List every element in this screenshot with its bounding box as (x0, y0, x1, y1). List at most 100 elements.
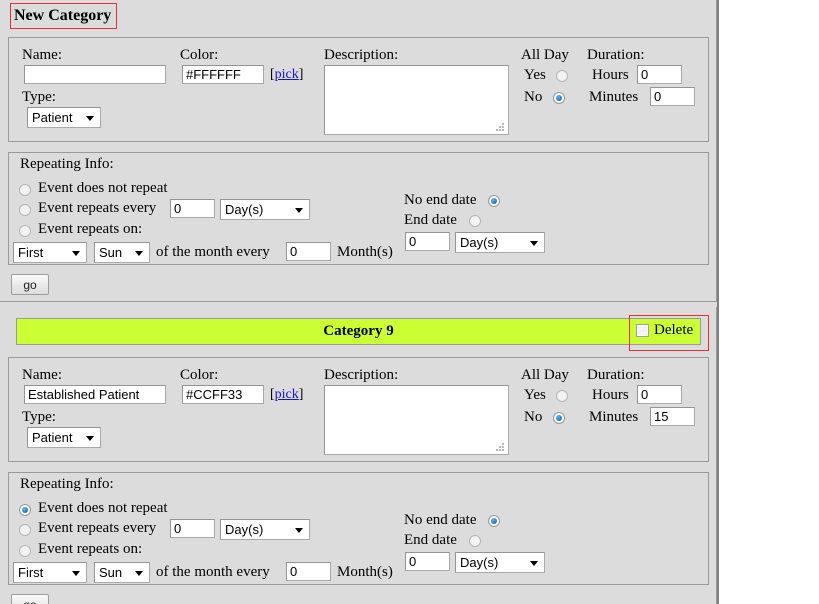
page-root: New Category Name: Type: Patient Color: … (0, 0, 719, 604)
new-category-title: New Category (14, 7, 112, 24)
color-label: Color: (180, 47, 219, 63)
type-select-value: Patient (32, 430, 73, 445)
repeat-every-label: Event repeats every (38, 200, 157, 216)
end-date-unit-select[interactable]: Day(s) (455, 552, 545, 573)
months-label: Month(s) (337, 564, 393, 580)
chevron-down-icon (72, 570, 80, 576)
of-the-month-every-label: of the month every (156, 244, 270, 260)
minutes-label: Minutes (589, 89, 639, 105)
new-category-go-button[interactable]: go (11, 274, 49, 295)
end-date-count-input[interactable] (405, 552, 450, 571)
repeat-weekday-select[interactable]: Sun (94, 242, 150, 263)
repeat-weekday-select[interactable]: Sun (94, 562, 150, 583)
repeat-on-label: Event repeats on: (38, 221, 143, 237)
no-end-date-radio[interactable] (488, 195, 500, 207)
all-day-no-label: No (524, 89, 543, 105)
all-day-yes-label: Yes (524, 387, 546, 403)
repeating-info-label: Repeating Info: (20, 476, 114, 492)
all-day-label: All Day (521, 47, 569, 63)
chevron-down-icon (72, 250, 80, 256)
all-day-yes-radio[interactable] (556, 70, 568, 82)
category-9-delete-control[interactable]: Delete (636, 322, 693, 339)
repeat-ordinal-select[interactable]: First (13, 242, 87, 263)
new-category-panel: New Category Name: Type: Patient Color: … (0, 0, 717, 302)
all-day-yes-radio[interactable] (556, 390, 568, 402)
description-textarea[interactable] (324, 385, 509, 455)
chevron-down-icon (135, 250, 143, 256)
chevron-down-icon (295, 527, 303, 533)
repeat-every-unit-value: Day(s) (225, 202, 264, 217)
end-date-unit-value: Day(s) (460, 235, 499, 250)
color-pick-link-wrap: [pick] (270, 387, 304, 402)
category-9-panel: Category 9 Delete Name: Type: Patient Co… (0, 307, 717, 604)
delete-checkbox[interactable] (636, 324, 649, 337)
of-the-month-every-label: of the month every (156, 564, 270, 580)
duration-label: Duration: (587, 367, 645, 383)
color-pick-link-wrap: [pick] (270, 67, 304, 82)
repeat-month-every-input[interactable] (286, 242, 331, 261)
description-textarea[interactable] (324, 65, 509, 135)
duration-label: Duration: (587, 47, 645, 63)
color-pick-link[interactable]: pick (275, 67, 299, 82)
end-date-label: End date (404, 212, 457, 228)
chevron-down-icon (295, 207, 303, 213)
chevron-down-icon (86, 435, 94, 441)
all-day-no-radio[interactable] (553, 92, 565, 104)
color-input[interactable] (182, 385, 264, 404)
chevron-down-icon (135, 570, 143, 576)
repeat-every-count-input[interactable] (170, 519, 215, 538)
name-input[interactable] (24, 65, 166, 84)
type-select[interactable]: Patient (27, 107, 101, 128)
name-input[interactable] (24, 385, 166, 404)
hours-input[interactable] (637, 65, 682, 84)
no-end-date-radio[interactable] (488, 515, 500, 527)
repeat-every-unit-select[interactable]: Day(s) (220, 519, 310, 540)
minutes-input[interactable] (650, 87, 695, 106)
end-date-radio[interactable] (469, 215, 481, 227)
repeat-on-radio[interactable] (19, 545, 31, 557)
end-date-unit-value: Day(s) (460, 555, 499, 570)
category-9-go-button[interactable]: go (11, 594, 49, 604)
minutes-input[interactable] (650, 407, 695, 426)
chevron-down-icon (86, 115, 94, 121)
repeat-on-radio[interactable] (19, 225, 31, 237)
repeat-none-radio[interactable] (19, 504, 31, 516)
repeat-weekday-value: Sun (99, 245, 123, 260)
category-9-header: Category 9 (16, 318, 701, 345)
color-label: Color: (180, 367, 219, 383)
name-label: Name: (22, 47, 62, 63)
name-label: Name: (22, 367, 62, 383)
hours-input[interactable] (637, 385, 682, 404)
months-label: Month(s) (337, 244, 393, 260)
all-day-no-label: No (524, 409, 543, 425)
type-label: Type: (22, 89, 56, 105)
repeat-none-label: Event does not repeat (38, 180, 168, 196)
delete-label: Delete (654, 322, 694, 338)
chevron-down-icon (530, 560, 538, 566)
type-label: Type: (22, 409, 56, 425)
hours-label: Hours (592, 67, 629, 83)
end-date-radio[interactable] (469, 535, 481, 547)
repeat-every-radio[interactable] (19, 524, 31, 536)
end-date-unit-select[interactable]: Day(s) (455, 232, 545, 253)
repeat-none-label: Event does not repeat (38, 500, 168, 516)
color-input[interactable] (182, 65, 264, 84)
repeat-every-count-input[interactable] (170, 199, 215, 218)
hours-label: Hours (592, 387, 629, 403)
type-select[interactable]: Patient (27, 427, 101, 448)
end-date-label: End date (404, 532, 457, 548)
repeat-ordinal-select[interactable]: First (13, 562, 87, 583)
chevron-down-icon (530, 240, 538, 246)
repeat-every-unit-select[interactable]: Day(s) (220, 199, 310, 220)
minutes-label: Minutes (589, 409, 639, 425)
color-pick-link[interactable]: pick (275, 387, 299, 402)
end-date-count-input[interactable] (405, 232, 450, 251)
repeat-every-label: Event repeats every (38, 520, 157, 536)
repeat-every-unit-value: Day(s) (225, 522, 264, 537)
repeat-month-every-input[interactable] (286, 562, 331, 581)
repeat-none-radio[interactable] (19, 184, 31, 196)
repeat-every-radio[interactable] (19, 204, 31, 216)
all-day-no-radio[interactable] (553, 412, 565, 424)
description-label: Description: (324, 367, 399, 383)
repeat-ordinal-value: First (18, 565, 44, 580)
